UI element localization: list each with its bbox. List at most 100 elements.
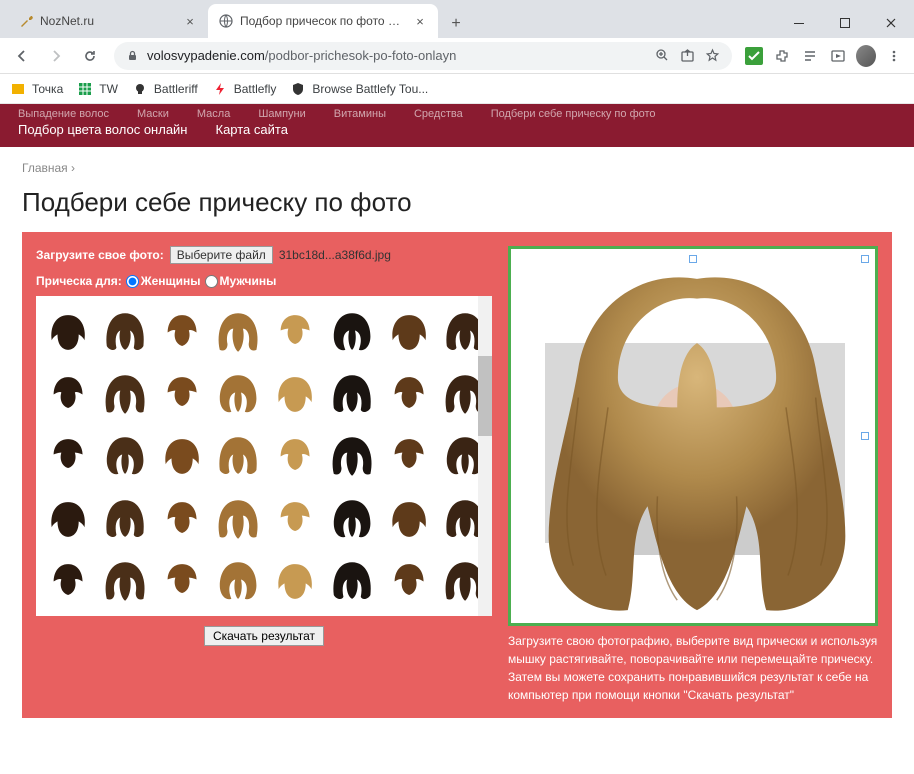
nav-link[interactable]: Маски <box>137 108 169 120</box>
browser-tab-active[interactable]: Подбор причесок по фото онла × <box>208 4 438 38</box>
wrench-icon <box>18 13 34 29</box>
folder-icon <box>10 81 26 97</box>
hairstyle-thumbnail[interactable] <box>267 300 324 362</box>
hairstyle-thumbnail[interactable] <box>40 362 97 424</box>
hairstyle-thumbnail[interactable] <box>267 550 324 612</box>
tab-strip: NozNet.ru × Подбор причесок по фото онла… <box>0 4 776 38</box>
hairstyle-thumbnail[interactable] <box>97 362 154 424</box>
hairstyle-thumbnail[interactable] <box>380 487 437 549</box>
hairstyle-overlay[interactable] <box>519 257 875 626</box>
new-tab-button[interactable]: + <box>442 10 470 38</box>
nav-link[interactable]: Выпадение волос <box>18 108 109 120</box>
address-bar[interactable]: volosvypadenie.com/podbor-prichesok-po-f… <box>114 42 732 70</box>
hairstyle-thumbnail[interactable] <box>40 487 97 549</box>
preview-canvas[interactable] <box>508 246 878 626</box>
hairstyle-thumbnail[interactable] <box>210 425 267 487</box>
hairstyle-thumbnail[interactable] <box>267 362 324 424</box>
hairstyle-thumbnail[interactable] <box>97 425 154 487</box>
hairstyle-thumbnail[interactable] <box>380 362 437 424</box>
hairstyle-thumbnail[interactable] <box>40 425 97 487</box>
hairstyle-grid[interactable] <box>36 296 492 616</box>
nav-link[interactable]: Шампуни <box>258 108 305 120</box>
scrollbar-thumb[interactable] <box>478 356 492 436</box>
hairstyle-thumbnail[interactable] <box>40 550 97 612</box>
nav-link[interactable]: Средства <box>414 108 463 120</box>
bookmark-tochka[interactable]: Точка <box>10 81 63 97</box>
hairstyle-thumbnail[interactable] <box>324 362 381 424</box>
back-button[interactable] <box>6 41 38 71</box>
minimize-button[interactable] <box>776 8 822 38</box>
forward-button[interactable] <box>40 41 72 71</box>
resize-handle-top[interactable] <box>689 255 697 263</box>
hairstyle-thumbnail[interactable] <box>380 425 437 487</box>
hairstyle-thumbnail[interactable] <box>210 487 267 549</box>
hairstyle-thumbnail[interactable] <box>210 550 267 612</box>
hairstyle-thumbnail[interactable] <box>40 300 97 362</box>
reload-button[interactable] <box>74 41 106 71</box>
maximize-button[interactable] <box>822 8 868 38</box>
hairstyle-thumbnail[interactable] <box>324 300 381 362</box>
choose-file-button[interactable]: Выберите файл <box>170 246 273 264</box>
download-result-button[interactable]: Скачать результат <box>204 626 324 646</box>
bookmark-battlefly[interactable]: Battlefly <box>212 81 277 97</box>
nav-link[interactable]: Витамины <box>334 108 386 120</box>
nav-link[interactable]: Карта сайта <box>216 122 288 137</box>
share-icon[interactable] <box>680 48 695 63</box>
controls-column: Загрузите свое фото: Выберите файл 31bc1… <box>36 246 492 704</box>
close-icon[interactable]: × <box>412 13 428 29</box>
hairstyle-thumbnail[interactable] <box>153 487 210 549</box>
hairstyle-thumbnail[interactable] <box>267 425 324 487</box>
star-icon[interactable] <box>705 48 720 63</box>
bookmark-tw[interactable]: TW <box>77 81 118 97</box>
hairstyle-thumbnail[interactable] <box>153 300 210 362</box>
radio-male[interactable] <box>205 275 218 288</box>
gender-male-option[interactable]: Мужчины <box>205 274 277 288</box>
hairstyle-thumbnail[interactable] <box>324 425 381 487</box>
omnibox-actions <box>655 48 720 63</box>
hairstyle-thumbnail[interactable] <box>153 362 210 424</box>
hairstyle-thumbnail[interactable] <box>324 487 381 549</box>
hairstyle-thumbnail[interactable] <box>324 550 381 612</box>
resize-handle-tr[interactable] <box>861 255 869 263</box>
extension-checkmark-icon[interactable] <box>744 46 764 66</box>
hairstyle-thumbnail[interactable] <box>210 300 267 362</box>
profile-avatar[interactable] <box>856 46 876 66</box>
gender-label: Прическа для: <box>36 274 122 288</box>
hairstyle-thumbnail[interactable] <box>267 487 324 549</box>
hairstyle-thumbnail[interactable] <box>153 425 210 487</box>
browser-toolbar: volosvypadenie.com/podbor-prichesok-po-f… <box>0 38 914 74</box>
nav-link[interactable]: Масла <box>197 108 230 120</box>
gender-female-option[interactable]: Женщины <box>126 274 201 288</box>
radio-female[interactable] <box>126 275 139 288</box>
preview-column: Загрузите свою фотографию, выберите вид … <box>508 246 878 704</box>
scrollbar-track[interactable] <box>478 296 492 616</box>
nav-link[interactable]: Подбор цвета волос онлайн <box>18 122 188 137</box>
hairstyle-thumbnail[interactable] <box>97 550 154 612</box>
bookmarks-bar: Точка TW Battleriff Battlefly Browse Bat… <box>0 74 914 104</box>
extensions-icon[interactable] <box>772 46 792 66</box>
zoom-icon[interactable] <box>655 48 670 63</box>
media-icon[interactable] <box>828 46 848 66</box>
hairstyle-thumbnail[interactable] <box>210 362 267 424</box>
site-nav: Выпадение волос Маски Масла Шампуни Вита… <box>0 104 914 147</box>
upload-row: Загрузите свое фото: Выберите файл 31bc1… <box>36 246 492 264</box>
extensions-area <box>740 46 908 66</box>
close-icon[interactable]: × <box>182 13 198 29</box>
nav-link[interactable]: Подбери себе прическу по фото <box>491 108 656 120</box>
resize-handle-right[interactable] <box>861 432 869 440</box>
browser-tab-noznet[interactable]: NozNet.ru × <box>8 4 208 38</box>
close-window-button[interactable] <box>868 8 914 38</box>
bookmark-battleriff[interactable]: Battleriff <box>132 81 198 97</box>
hairstyle-thumbnail[interactable] <box>153 550 210 612</box>
breadcrumb-home[interactable]: Главная <box>22 161 68 175</box>
hairstyle-thumbnail[interactable] <box>380 550 437 612</box>
hairstyle-thumbnail[interactable] <box>97 300 154 362</box>
menu-icon[interactable] <box>884 46 904 66</box>
reading-list-icon[interactable] <box>800 46 820 66</box>
url-text: volosvypadenie.com/podbor-prichesok-po-f… <box>147 48 456 63</box>
hairstyle-thumbnail[interactable] <box>97 487 154 549</box>
window-controls <box>776 8 914 38</box>
hairstyle-thumbnail[interactable] <box>380 300 437 362</box>
bookmark-battlefy[interactable]: Browse Battlefy Tou... <box>290 81 428 97</box>
selected-filename: 31bc18d...a38f6d.jpg <box>279 248 391 262</box>
